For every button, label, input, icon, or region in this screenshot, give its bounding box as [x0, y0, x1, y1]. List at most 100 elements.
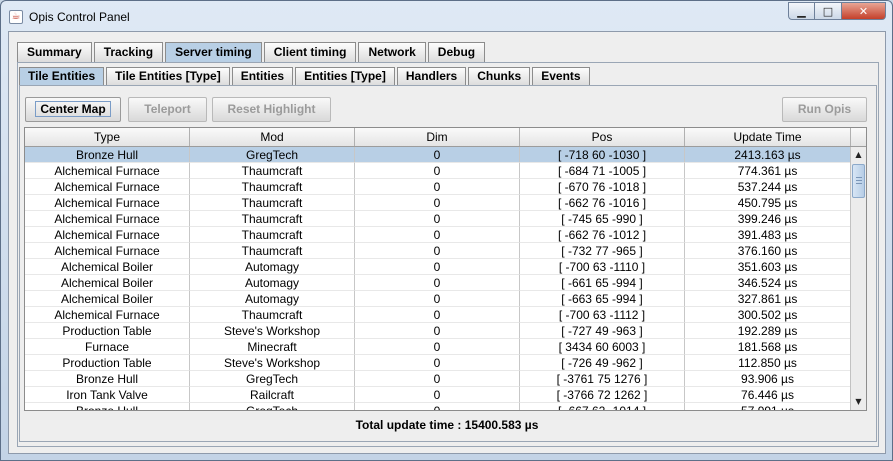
- subtab-tile-entities-type[interactable]: Tile Entities [Type]: [106, 67, 230, 85]
- tab-summary[interactable]: Summary: [17, 42, 92, 62]
- title-bar[interactable]: ☕ Opis Control Panel ▁ □ ✕: [1, 1, 892, 31]
- tab-client-timing[interactable]: Client timing: [263, 42, 357, 62]
- column-header-type[interactable]: Type: [25, 128, 190, 146]
- table-cell: [ -662 76 -1016 ]: [520, 195, 685, 211]
- table-cell: 0: [355, 323, 520, 339]
- table-cell: Alchemical Furnace: [25, 227, 190, 243]
- table-cell: Furnace: [25, 339, 190, 355]
- table-row[interactable]: Alchemical Furnace Thaumcraft 0[ -662 76 -…: [25, 195, 866, 211]
- teleport-button[interactable]: Teleport: [128, 97, 207, 122]
- table-cell: [ -745 65 -990 ]: [520, 211, 685, 227]
- sub-tab-bar: Tile Entities Tile Entities [Type] Entitie…: [19, 67, 592, 85]
- table-cell: 0: [355, 403, 520, 410]
- scroll-down-icon[interactable]: ▼: [851, 394, 866, 410]
- table-cell: Production Table: [25, 355, 190, 371]
- table-cell: Alchemical Furnace: [25, 211, 190, 227]
- scroll-up-icon[interactable]: ▲: [851, 147, 866, 163]
- table-cell: [ 3434 60 6003 ]: [520, 339, 685, 355]
- table-cell: 76.446 µs: [685, 387, 851, 403]
- table-cell: [ -684 71 -1005 ]: [520, 163, 685, 179]
- table-cell: [ -718 60 -1030 ]: [520, 147, 685, 163]
- table-cell: 391.483 µs: [685, 227, 851, 243]
- table-row[interactable]: Production Table Steve's Workshop 0[ -727 …: [25, 323, 866, 339]
- table-cell: Alchemical Boiler: [25, 291, 190, 307]
- table-cell: 181.568 µs: [685, 339, 851, 355]
- window-title: Opis Control Panel: [29, 10, 130, 24]
- table-cell: 0: [355, 291, 520, 307]
- table-row[interactable]: Alchemical Furnace Thaumcraft 0[ -732 77 -…: [25, 243, 866, 259]
- table-cell: [ -661 65 -994 ]: [520, 275, 685, 291]
- table-cell: Bronze Hull: [25, 371, 190, 387]
- close-icon: ✕: [858, 4, 869, 18]
- column-header-dim[interactable]: Dim: [355, 128, 520, 146]
- subtab-chunks[interactable]: Chunks: [468, 67, 531, 85]
- thumb-grip: [856, 180, 862, 181]
- table-row[interactable]: Alchemical Furnace Thaumcraft 0[ -662 76 -…: [25, 227, 866, 243]
- reset-highlight-label: Reset Highlight: [227, 102, 316, 116]
- table-cell: 450.795 µs: [685, 195, 851, 211]
- tab-server-timing[interactable]: Server timing: [165, 42, 262, 62]
- table-header: Type Mod Dim Pos Update Time: [25, 128, 866, 147]
- table-cell: 0: [355, 179, 520, 195]
- subtab-handlers[interactable]: Handlers: [396, 67, 467, 85]
- table-row[interactable]: Iron Tank Valve Railcraft 0[ -3766 72 1262…: [25, 387, 866, 403]
- tab-tracking[interactable]: Tracking: [93, 42, 164, 62]
- run-opis-button[interactable]: Run Opis: [782, 97, 867, 122]
- subtab-events[interactable]: Events: [532, 67, 590, 85]
- table-cell: Bronze Hull: [25, 403, 190, 410]
- table-row[interactable]: Alchemical Furnace Thaumcraft 0[ -745 65 -…: [25, 211, 866, 227]
- teleport-label: Teleport: [144, 102, 191, 116]
- close-button[interactable]: ✕: [842, 2, 886, 20]
- table-cell: [ -700 63 -1112 ]: [520, 307, 685, 323]
- scroll-thumb[interactable]: [852, 164, 865, 198]
- table-row[interactable]: Bronze Hull GregTech 0[ -718 60 -1030 ] 241…: [25, 147, 866, 163]
- minimize-button[interactable]: ▁: [788, 2, 815, 20]
- column-header-pos[interactable]: Pos: [520, 128, 685, 146]
- tab-debug[interactable]: Debug: [427, 42, 486, 62]
- reset-highlight-button[interactable]: Reset Highlight: [212, 97, 331, 122]
- table-cell: Thaumcraft: [190, 307, 355, 323]
- column-header-mod[interactable]: Mod: [190, 128, 355, 146]
- table-row[interactable]: Bronze Hull GregTech 0[ -667 62 -1014 ] 57.…: [25, 403, 866, 410]
- thumb-grip: [856, 177, 862, 178]
- table-row[interactable]: Production Table Steve's Workshop 0[ -726 …: [25, 355, 866, 371]
- table-cell: 399.246 µs: [685, 211, 851, 227]
- table-row[interactable]: Alchemical Furnace Thaumcraft 0[ -700 63 -…: [25, 307, 866, 323]
- subtab-entities-type[interactable]: Entities [Type]: [295, 67, 395, 85]
- table-cell: 0: [355, 147, 520, 163]
- table-body: Bronze Hull GregTech 0[ -718 60 -1030 ] 241…: [25, 147, 866, 410]
- center-map-button[interactable]: Center Map: [25, 97, 121, 122]
- table-cell: Alchemical Furnace: [25, 307, 190, 323]
- table-cell: 57.991 µs: [685, 403, 851, 410]
- table-cell: Alchemical Furnace: [25, 179, 190, 195]
- subtab-entities[interactable]: Entities: [231, 67, 294, 85]
- table-cell: Steve's Workshop: [190, 355, 355, 371]
- table-cell: 0: [355, 227, 520, 243]
- table-cell: Minecraft: [190, 339, 355, 355]
- table-cell: Thaumcraft: [190, 179, 355, 195]
- tab-network[interactable]: Network: [358, 42, 426, 62]
- table-cell: [ -667 62 -1014 ]: [520, 403, 685, 410]
- table-row[interactable]: Alchemical Boiler Automagy 0[ -700 63 -111…: [25, 259, 866, 275]
- table-cell: Automagy: [190, 275, 355, 291]
- table-cell: 774.361 µs: [685, 163, 851, 179]
- table-row[interactable]: Alchemical Furnace Thaumcraft 0[ -684 71 -…: [25, 163, 866, 179]
- table-cell: Alchemical Furnace: [25, 195, 190, 211]
- total-update-time: Total update time : 15400.583 µs: [355, 418, 539, 432]
- table-row[interactable]: Furnace Minecraft 0[ 3434 60 6003 ] 181.568…: [25, 339, 866, 355]
- table-row[interactable]: Bronze Hull GregTech 0[ -3761 75 1276 ] 93.…: [25, 371, 866, 387]
- table-row[interactable]: Alchemical Boiler Automagy 0[ -661 65 -994…: [25, 275, 866, 291]
- table-cell: 192.289 µs: [685, 323, 851, 339]
- table-cell: Automagy: [190, 259, 355, 275]
- table-cell: Bronze Hull: [25, 147, 190, 163]
- table-cell: [ -732 77 -965 ]: [520, 243, 685, 259]
- table-cell: [ -700 63 -1110 ]: [520, 259, 685, 275]
- table-row[interactable]: Alchemical Furnace Thaumcraft 0[ -670 76 -…: [25, 179, 866, 195]
- table-row[interactable]: Alchemical Boiler Automagy 0[ -663 65 -994…: [25, 291, 866, 307]
- vertical-scrollbar[interactable]: ▲ ▼: [850, 147, 866, 410]
- maximize-button[interactable]: □: [815, 2, 842, 20]
- table-cell: Alchemical Boiler: [25, 275, 190, 291]
- table-cell: 0: [355, 211, 520, 227]
- subtab-tile-entities[interactable]: Tile Entities: [19, 67, 105, 85]
- column-header-update-time[interactable]: Update Time: [685, 128, 851, 146]
